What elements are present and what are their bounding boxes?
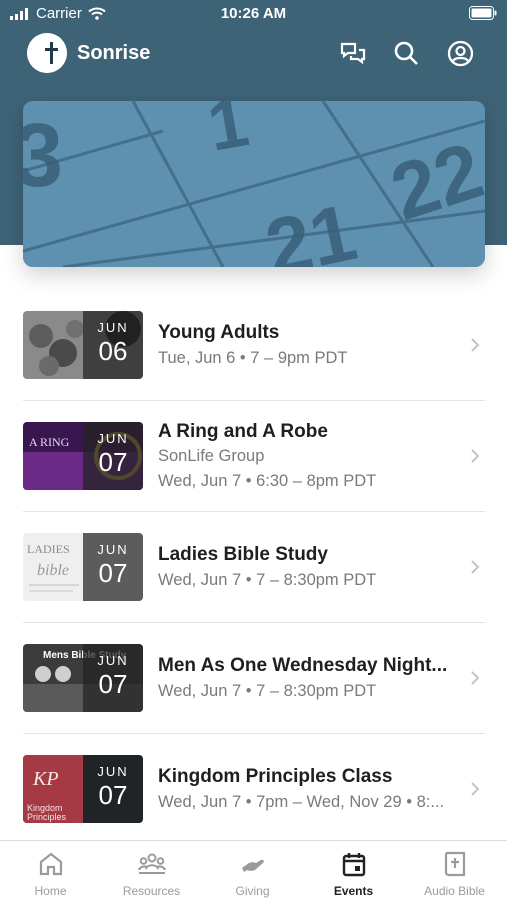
event-thumbnail: JUN 06	[23, 311, 143, 379]
status-bar: Carrier 10:26 AM	[0, 0, 507, 30]
event-thumbnail: KP Kingdom Principles JUN 07	[23, 755, 143, 823]
event-title: Men As One Wednesday Night...	[158, 655, 448, 676]
tab-audio-bible[interactable]: Audio Bible	[404, 841, 505, 900]
tab-label: Events	[333, 884, 374, 898]
event-row[interactable]: JUN 06 Young Adults Tue, Jun 6 • 7 – 9pm…	[23, 290, 485, 401]
tab-label: Audio Bible	[424, 884, 485, 898]
event-thumbnail: LADIES bible JUN 07	[23, 533, 143, 601]
event-time: Tue, Jun 6 • 7 – 9pm PDT	[158, 349, 348, 367]
chevron-right-icon	[471, 338, 480, 352]
svg-text:A RING: A RING	[29, 435, 70, 449]
profile-icon[interactable]	[445, 38, 475, 68]
event-thumbnail: A RING JUN 07	[23, 422, 143, 490]
tab-home[interactable]: Home	[0, 841, 101, 900]
tab-label: Resources	[122, 884, 181, 898]
event-day: 07	[98, 780, 128, 810]
event-group: SonLife Group	[158, 447, 265, 465]
calendar-icon	[342, 853, 365, 877]
event-row[interactable]: Mens Bible Study JUN 07 Men As One Wedne…	[23, 623, 485, 734]
sonrise-logo[interactable]	[27, 33, 67, 73]
event-month: JUN	[97, 764, 129, 779]
tab-bar: Home Resources Giving Events Audio Bible	[0, 840, 507, 900]
event-month: JUN	[97, 431, 129, 446]
chevron-right-icon	[471, 560, 480, 574]
search-icon[interactable]	[391, 38, 421, 68]
battery-icon	[469, 6, 497, 24]
event-title: Ladies Bible Study	[158, 544, 328, 565]
chevron-right-icon	[471, 782, 480, 796]
app-bar: Sonrise	[0, 30, 507, 76]
tab-events[interactable]: Events	[303, 841, 404, 900]
event-date-box: JUN 07	[83, 644, 143, 712]
event-row[interactable]: LADIES bible JUN 07 Ladies Bible Study W…	[23, 512, 485, 623]
status-time: 10:26 AM	[220, 5, 287, 22]
event-date-box: JUN 07	[83, 533, 143, 601]
event-title: Young Adults	[158, 322, 280, 343]
tab-resources[interactable]: Resources	[101, 841, 202, 900]
home-icon	[39, 852, 62, 876]
chevron-right-icon	[471, 671, 480, 685]
tab-label: Giving	[235, 884, 270, 898]
bible-icon	[444, 851, 465, 877]
giving-hand-icon	[241, 859, 264, 872]
people-icon	[137, 853, 166, 874]
svg-text:bible: bible	[37, 562, 69, 579]
event-day: 06	[98, 336, 128, 366]
event-time: Wed, Jun 7 • 7 – 8:30pm PDT	[158, 571, 377, 589]
event-date-box: JUN 07	[83, 422, 143, 490]
hero-calendar-image[interactable]: 3 1 22 21	[23, 101, 485, 267]
app-title: Sonrise	[77, 42, 151, 64]
svg-text:Principles: Principles	[27, 812, 67, 822]
event-day: 07	[98, 669, 128, 699]
event-row[interactable]: KP Kingdom Principles JUN 07 Kingdom Pri…	[23, 734, 485, 845]
chat-icon[interactable]	[338, 38, 368, 68]
event-title: A Ring and A Robe	[158, 421, 328, 442]
event-time: Wed, Jun 7 • 7pm – Wed, Nov 29 • 8:...	[158, 793, 445, 811]
event-thumbnail: Mens Bible Study JUN 07	[23, 644, 143, 712]
svg-text:LADIES: LADIES	[27, 542, 70, 556]
chevron-right-icon	[471, 449, 480, 463]
event-time: Wed, Jun 7 • 7 – 8:30pm PDT	[158, 682, 377, 700]
event-month: JUN	[97, 653, 129, 668]
event-month: JUN	[97, 320, 129, 335]
event-date-box: JUN 07	[83, 755, 143, 823]
event-row[interactable]: A RING JUN 07 A Ring and A Robe SonLife …	[23, 401, 485, 512]
event-day: 07	[98, 447, 128, 477]
svg-text:KP: KP	[32, 768, 59, 790]
event-date-box: JUN 06	[83, 311, 143, 379]
tab-label: Home	[34, 884, 67, 898]
event-title: Kingdom Principles Class	[158, 766, 393, 787]
event-month: JUN	[97, 542, 129, 557]
event-time: Wed, Jun 7 • 6:30 – 8pm PDT	[158, 472, 377, 490]
event-day: 07	[98, 558, 128, 588]
tab-giving[interactable]: Giving	[202, 841, 303, 900]
